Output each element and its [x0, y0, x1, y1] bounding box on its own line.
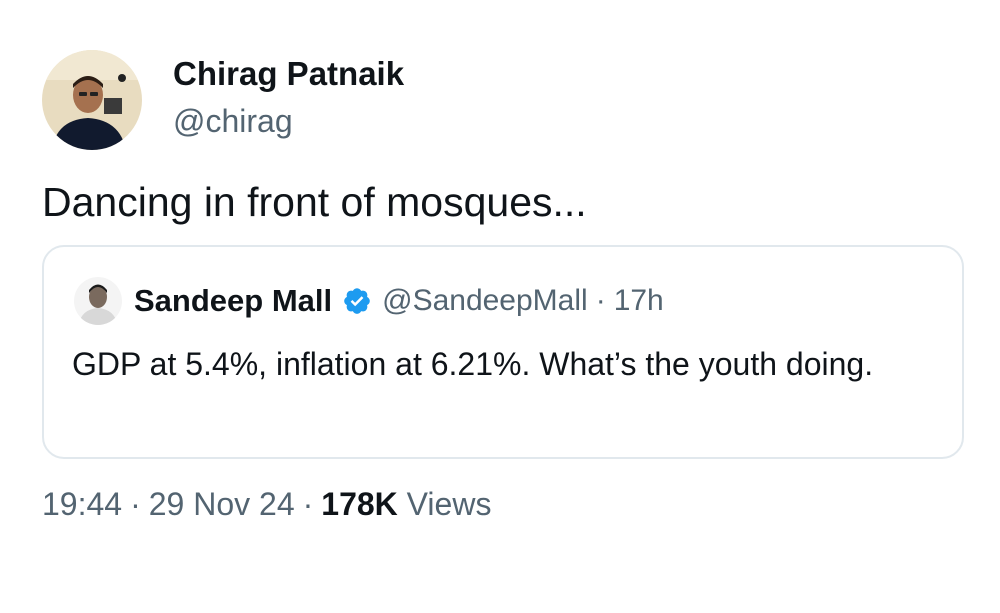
- quoted-author-name[interactable]: Sandeep Mall: [134, 281, 332, 321]
- tweet-time[interactable]: 19:44: [42, 486, 122, 522]
- quoted-tweet-text: GDP at 5.4%, inflation at 6.21%. What’s …: [72, 346, 874, 382]
- views-label: Views: [406, 486, 492, 522]
- author-avatar[interactable]: [42, 50, 142, 150]
- author-name[interactable]: Chirag Patnaik: [173, 54, 404, 94]
- quoted-author-avatar[interactable]: [74, 277, 122, 325]
- quoted-tweet-header: Sandeep Mall @SandeepMall · 17h: [134, 281, 664, 321]
- separator-dot: ·: [595, 284, 606, 317]
- quoted-author-handle[interactable]: @SandeepMall: [382, 281, 588, 321]
- quoted-tweet-card[interactable]: Sandeep Mall @SandeepMall · 17h GDP at 5…: [42, 245, 964, 459]
- quoted-tweet-time[interactable]: 17h: [614, 281, 664, 321]
- author-handle[interactable]: @chirag: [173, 101, 293, 141]
- tweet-text: Dancing in front of mosques...: [42, 179, 587, 225]
- separator-dot: ·: [302, 486, 314, 522]
- verified-badge-icon: [342, 286, 372, 316]
- tweet: Chirag Patnaik @chirag Dancing in front …: [0, 0, 1000, 613]
- tweet-meta: 19:44 · 29 Nov 24 · 178K Views: [42, 484, 491, 524]
- views-count: 178K: [321, 486, 398, 522]
- tweet-date[interactable]: 29 Nov 24: [149, 486, 295, 522]
- separator-dot: ·: [130, 486, 141, 522]
